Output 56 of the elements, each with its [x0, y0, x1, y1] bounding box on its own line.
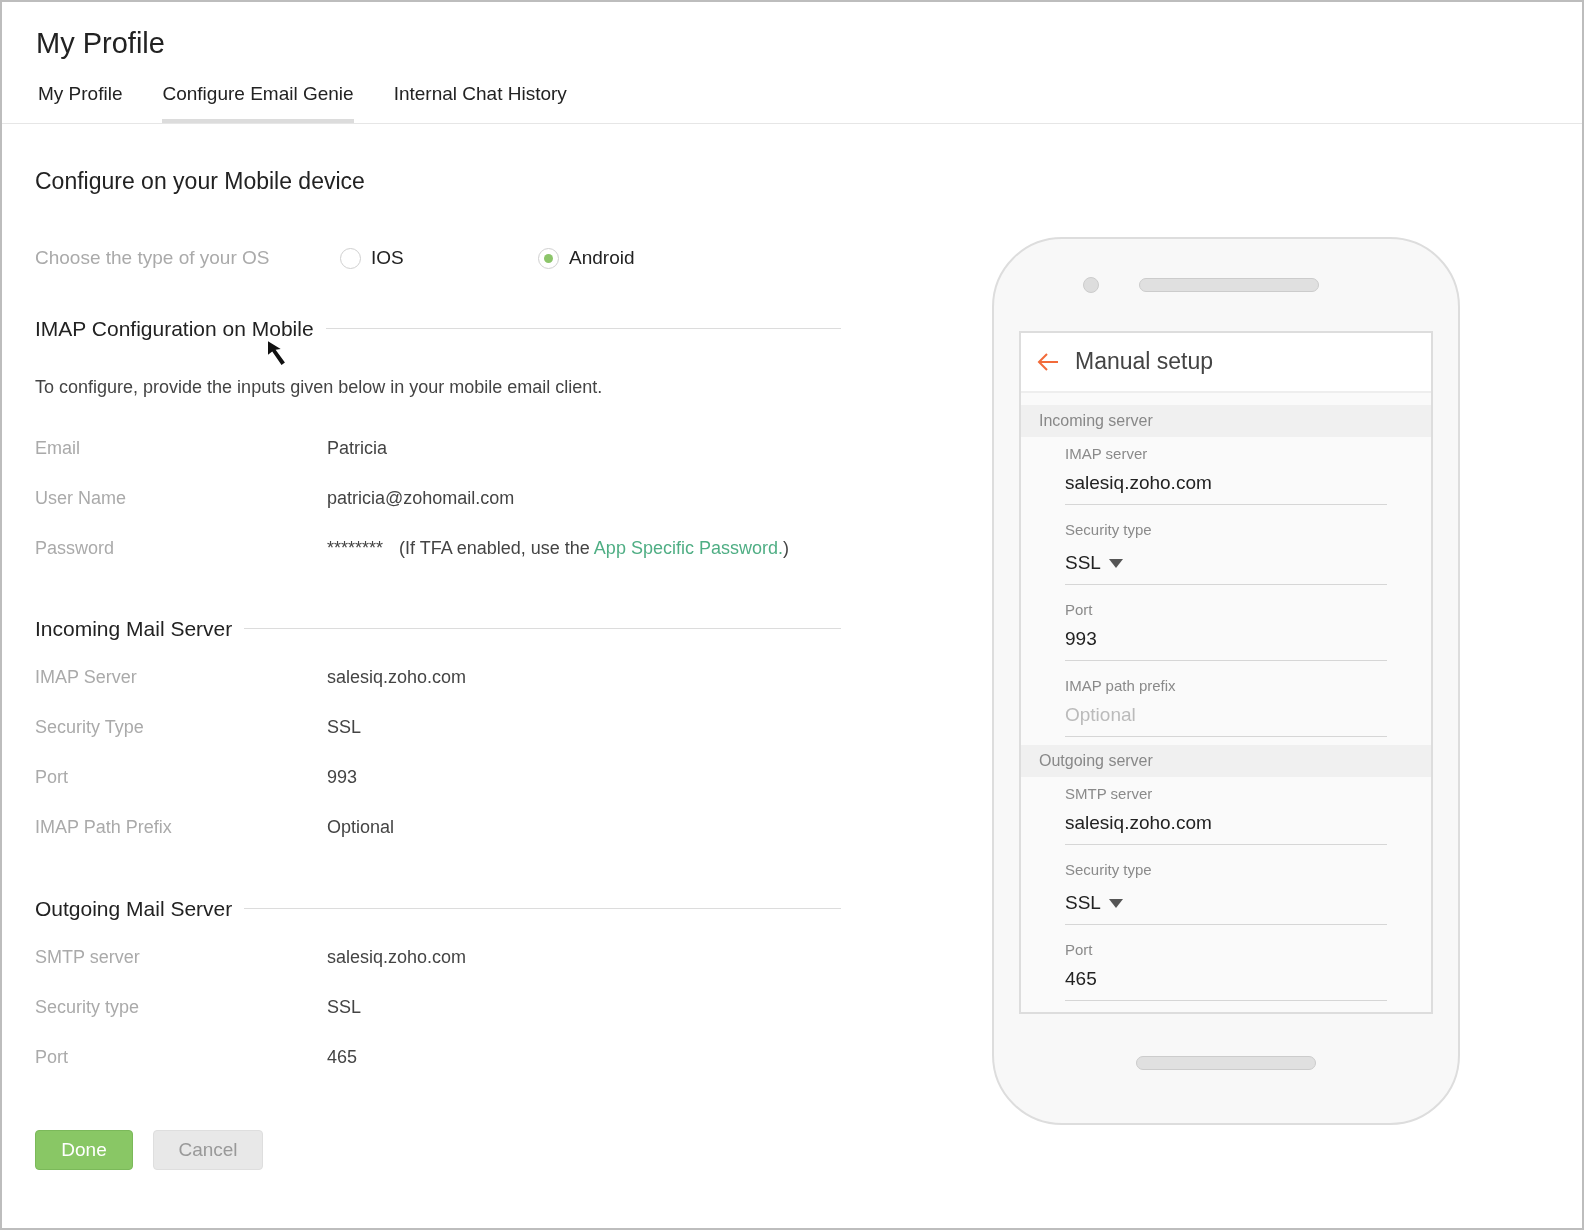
home-bar-icon — [1136, 1055, 1316, 1070]
field-label: Password — [35, 536, 116, 560]
screen-title: Manual setup — [1075, 347, 1214, 377]
field-value: Patricia — [327, 436, 388, 460]
speaker-icon — [1139, 277, 1319, 292]
group-header: Outgoing server — [1021, 744, 1431, 777]
field-label: Port — [35, 1045, 69, 1069]
camera-icon — [1083, 276, 1099, 293]
os-radio[interactable]: Android — [538, 244, 736, 273]
section-heading: Configure on your Mobile device — [35, 166, 366, 196]
field-value: salesiq.zoho.com — [327, 666, 467, 689]
field-value: 465 — [327, 1045, 358, 1069]
back-arrow-icon[interactable] — [1037, 351, 1059, 372]
field-value: patricia@zohomail.com — [327, 486, 515, 510]
field-label: IMAP path prefix — [1065, 675, 1177, 696]
field-value: 993 — [327, 766, 358, 789]
section-title: Outgoing Mail Server — [35, 895, 233, 922]
os-radio[interactable]: IOS — [340, 244, 538, 273]
field-value: SSL — [327, 995, 362, 1019]
security-select[interactable]: SSL — [1065, 889, 1123, 918]
page-title: My Profile — [36, 26, 165, 61]
field-label: Port — [35, 766, 69, 789]
field-value: ******** — [327, 536, 384, 560]
input-field[interactable]: 465 — [1065, 965, 1387, 994]
field-value: salesiq.zoho.com — [327, 945, 467, 969]
section-title: Incoming Mail Server — [35, 616, 233, 642]
tab[interactable]: My Profile — [38, 80, 123, 123]
security-select[interactable]: SSL — [1065, 549, 1123, 578]
input-field[interactable]: salesiq.zoho.com — [1065, 469, 1387, 498]
field-label: IMAP server — [1065, 443, 1149, 464]
tfa-note: (If TFA enabled, use the App Specific Password.) — [399, 536, 789, 560]
input-field[interactable]: 993 — [1065, 625, 1387, 654]
intro-text: To configure, provide the inputs given below in your mobile email client. — [35, 376, 603, 399]
field-label: Port — [1065, 599, 1094, 620]
field-label: User Name — [35, 486, 128, 510]
caret-icon — [1108, 558, 1123, 568]
field-label: IMAP Path Prefix — [35, 816, 173, 839]
field-label: IMAP Server — [35, 666, 138, 689]
field-label: Port — [1065, 939, 1094, 960]
tab[interactable]: Configure Email Genie — [162, 80, 354, 123]
input-field[interactable]: Optional — [1065, 701, 1387, 730]
os-label: Choose the type of your OS — [35, 246, 271, 270]
tab[interactable]: Internal Chat History — [393, 80, 567, 123]
caret-icon — [1108, 898, 1123, 908]
field-label: Security type — [35, 995, 141, 1019]
field-value: SSL — [327, 716, 362, 739]
field-label: SMTP server — [1065, 783, 1154, 804]
field-label: Email — [35, 436, 81, 460]
field-label: Security type — [1065, 859, 1153, 880]
field-label: Security type — [1065, 519, 1153, 540]
field-label: Security Type — [35, 716, 145, 739]
field-label: SMTP server — [35, 945, 141, 969]
section-title: IMAP Configuration on Mobile — [35, 315, 314, 342]
group-header: Incoming server — [1021, 404, 1431, 437]
input-field[interactable]: salesiq.zoho.com — [1065, 809, 1387, 838]
field-value: Optional — [327, 816, 395, 839]
